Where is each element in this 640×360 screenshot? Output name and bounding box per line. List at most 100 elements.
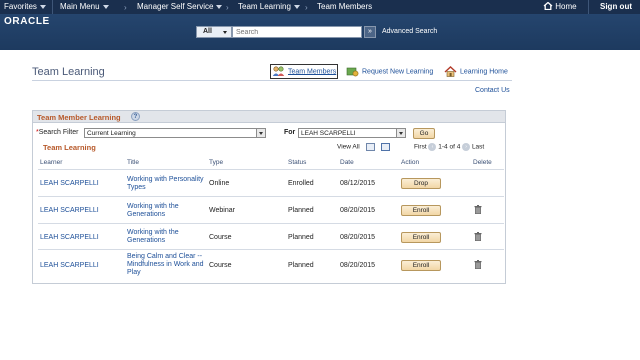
col-header-action: Action [401,159,420,166]
learner-link[interactable]: LEAH SCARPELLI [40,207,99,214]
chevron-down-icon [396,129,405,137]
chevron-down-icon [102,4,109,9]
home-label: Home [555,2,577,11]
chevron-down-icon [216,4,223,9]
chevron-down-icon [39,4,46,9]
help-icon[interactable]: ? [131,112,140,121]
first-link[interactable]: First [414,144,427,151]
chevron-down-icon [256,129,265,137]
group-header: Team Member Learning ? [33,111,505,123]
breadcrumb-label: Manager Self Service [137,2,214,11]
double-chevron-right-icon: » [368,28,372,35]
oracle-logo: ORACLE [4,16,50,27]
col-header-date[interactable]: Date [340,159,354,166]
home-link[interactable]: Home [543,1,577,11]
prev-arrow-icon[interactable]: ‹ [428,143,437,151]
team-members-link[interactable]: Team Members [269,64,339,79]
team-members-label: Team Members [288,68,337,76]
top-nav-bar: Favorites Main Menu › Manager Self Servi… [0,0,640,14]
search-input[interactable] [232,26,362,38]
favorites-menu[interactable]: Favorites [4,2,46,11]
download-grid-icon[interactable] [380,143,390,151]
col-header-title[interactable]: Title [127,159,139,166]
search-scope-value: All [203,28,212,35]
search-go-button[interactable]: » [364,26,376,38]
course-title-link[interactable]: Working with Personality Types [127,176,209,192]
grid-title: Team Learning [43,143,96,152]
main-menu[interactable]: Main Menu [60,2,109,11]
course-title-link[interactable]: Being Calm and Clear -- Mindfulness in W… [127,253,207,277]
next-arrow-icon[interactable]: › [462,143,471,151]
divider [38,169,504,170]
sign-out-link[interactable]: Sign out [600,2,632,11]
divider [38,249,504,250]
go-button[interactable]: Go [413,128,435,139]
divider [588,0,589,14]
divider [38,223,504,224]
contact-us-link[interactable]: Contact Us [475,87,510,94]
trash-icon[interactable] [474,232,482,241]
request-new-learning-link[interactable]: Request New Learning [346,66,433,77]
main-menu-label: Main Menu [60,2,100,11]
for-select[interactable]: LEAH SCARPELLI [298,128,406,138]
enroll-button[interactable]: Enroll [401,205,441,216]
type-cell: Course [209,234,232,241]
enroll-button[interactable]: Enroll [401,260,441,271]
date-cell: 08/20/2015 [340,234,376,241]
learner-link[interactable]: LEAH SCARPELLI [40,234,99,241]
search-filter-label: *Search Filter [36,129,78,136]
drop-button[interactable]: Drop [401,178,441,189]
last-link[interactable]: Last [472,144,484,151]
trash-icon[interactable] [474,260,482,269]
breadcrumb-manager-self-service[interactable]: Manager Self Service [137,2,223,11]
col-header-delete: Delete [473,159,492,166]
col-header-type[interactable]: Type [209,159,223,166]
course-title-link[interactable]: Working with the Generations [127,229,209,245]
status-cell: Planned [288,207,314,214]
course-title-link[interactable]: Working with the Generations [127,203,209,219]
breadcrumb-team-learning[interactable]: Team Learning [238,2,300,11]
type-cell: Online [209,180,230,187]
enroll-button[interactable]: Enroll [401,232,441,243]
col-header-status[interactable]: Status [288,159,306,166]
row-range: 1-4 of 4 [438,143,461,151]
search-filter-select[interactable]: Current Learning [84,128,266,138]
divider [52,0,53,14]
favorites-label: Favorites [4,2,37,11]
divider [32,80,512,81]
request-learning-icon [346,67,359,77]
zoom-grid-icon[interactable] [366,143,376,151]
learning-home-link[interactable]: Learning Home [444,66,508,77]
view-all-link[interactable]: View All [337,144,360,151]
for-label: For [284,129,296,136]
request-new-learning-label: Request New Learning [362,68,434,76]
status-cell: Enrolled [288,180,314,187]
chevron-down-icon [223,31,227,34]
type-cell: Course [209,262,232,269]
learner-link[interactable]: LEAH SCARPELLI [40,262,99,269]
trash-icon[interactable] [474,205,482,214]
breadcrumb-separator-icon: › [226,3,229,12]
breadcrumb-label: Team Learning [238,2,291,11]
col-header-learner[interactable]: Learner [40,159,62,166]
search-scope-select[interactable]: All [196,26,232,38]
status-cell: Planned [288,234,314,241]
breadcrumb-team-members[interactable]: Team Members [317,2,372,11]
for-value: LEAH SCARPELLI [301,130,356,137]
breadcrumb-separator-icon: › [124,3,127,12]
home-icon [543,1,553,11]
pagination: First ‹ 1-4 of 4 › Last [414,143,484,151]
team-members-icon [272,66,285,76]
grid-navigation: View All [337,143,390,151]
type-cell: Webinar [209,207,235,214]
search-filter-value: Current Learning [87,130,136,137]
group-title: Team Member Learning [37,113,121,122]
date-cell: 08/12/2015 [340,180,376,187]
learning-home-label: Learning Home [460,68,508,76]
learning-home-icon [444,66,457,77]
date-cell: 08/20/2015 [340,262,376,269]
divider [38,196,504,197]
advanced-search-link[interactable]: Advanced Search [382,28,437,35]
search-filter-text: Search Filter [38,129,79,136]
learner-link[interactable]: LEAH SCARPELLI [40,180,99,187]
